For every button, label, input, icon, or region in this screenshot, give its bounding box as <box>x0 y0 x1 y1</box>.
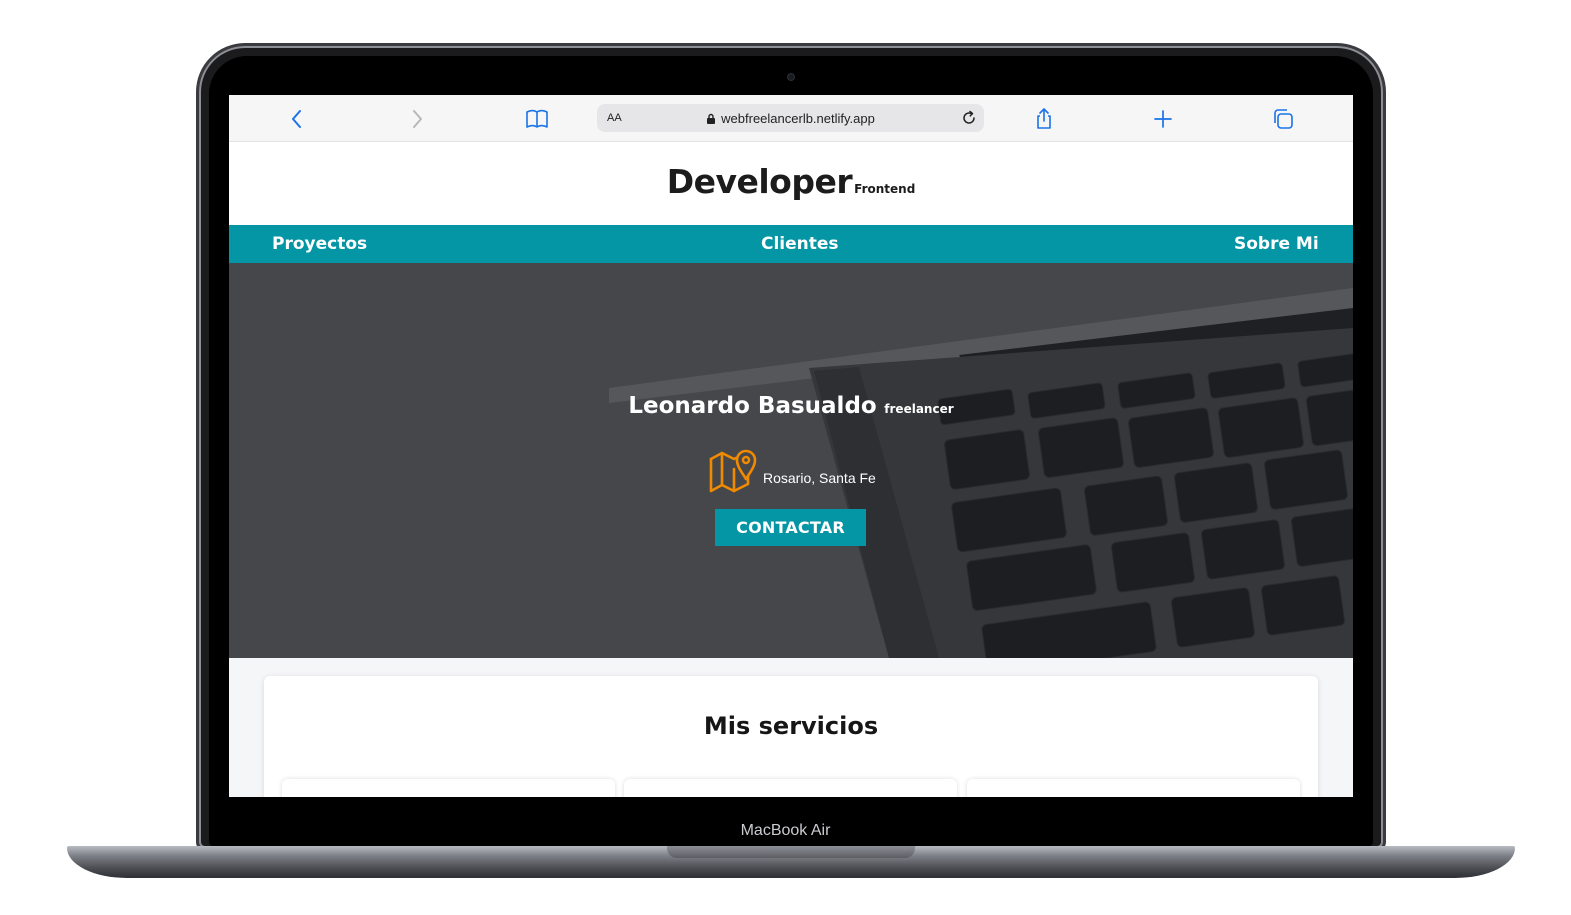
url-wrap: webfreelancerlb.netlify.app <box>597 111 984 126</box>
screen: AA webfreelancerlb.netlify.app Developer… <box>229 95 1353 797</box>
location-text: Rosario, Santa Fe <box>763 470 876 486</box>
hero-tag: freelancer <box>884 402 954 416</box>
hero-content: Leonardo Basualdo freelancer Rosario, Sa… <box>229 263 1353 658</box>
hero-section: Leonardo Basualdo freelancer Rosario, Sa… <box>229 263 1353 658</box>
title-subtitle: Frontend <box>854 182 916 196</box>
title-main: Developer <box>666 162 853 201</box>
site-title: Developer Frontend <box>229 162 1353 201</box>
service-card <box>282 779 615 797</box>
reload-icon[interactable] <box>960 109 978 127</box>
nav-link-clientes[interactable]: Clientes <box>761 234 839 254</box>
main-nav: Proyectos Clientes Sobre Mi <box>229 225 1353 263</box>
camera <box>787 73 795 81</box>
nav-link-proyectos[interactable]: Proyectos <box>272 234 367 254</box>
share-icon[interactable] <box>1032 107 1056 131</box>
service-card <box>624 779 957 797</box>
service-card <box>967 779 1300 797</box>
new-tab-icon[interactable] <box>1151 107 1175 131</box>
tabs-icon[interactable] <box>1271 107 1295 131</box>
services-title: Mis servicios <box>703 712 879 740</box>
nav-link-sobre-mi[interactable]: Sobre Mi <box>1234 234 1319 254</box>
contact-button[interactable]: CONTACTAR <box>715 509 866 546</box>
hero-heading: Leonardo Basualdo freelancer <box>229 393 1353 419</box>
lock-icon <box>707 113 716 124</box>
site-header: Developer Frontend <box>229 142 1353 225</box>
services-section: Mis servicios <box>264 676 1318 797</box>
hero-name: Leonardo Basualdo <box>628 393 877 419</box>
address-bar[interactable]: AA webfreelancerlb.netlify.app <box>597 104 984 132</box>
map-pin-icon <box>709 449 757 493</box>
back-icon[interactable] <box>285 107 309 131</box>
laptop-base-notch <box>667 846 915 858</box>
device-label: MacBook Air <box>740 822 831 839</box>
url-text: webfreelancerlb.netlify.app <box>721 111 875 126</box>
forward-icon[interactable] <box>405 107 429 131</box>
bookmarks-icon[interactable] <box>525 107 549 131</box>
browser-toolbar: AA webfreelancerlb.netlify.app <box>229 95 1353 142</box>
